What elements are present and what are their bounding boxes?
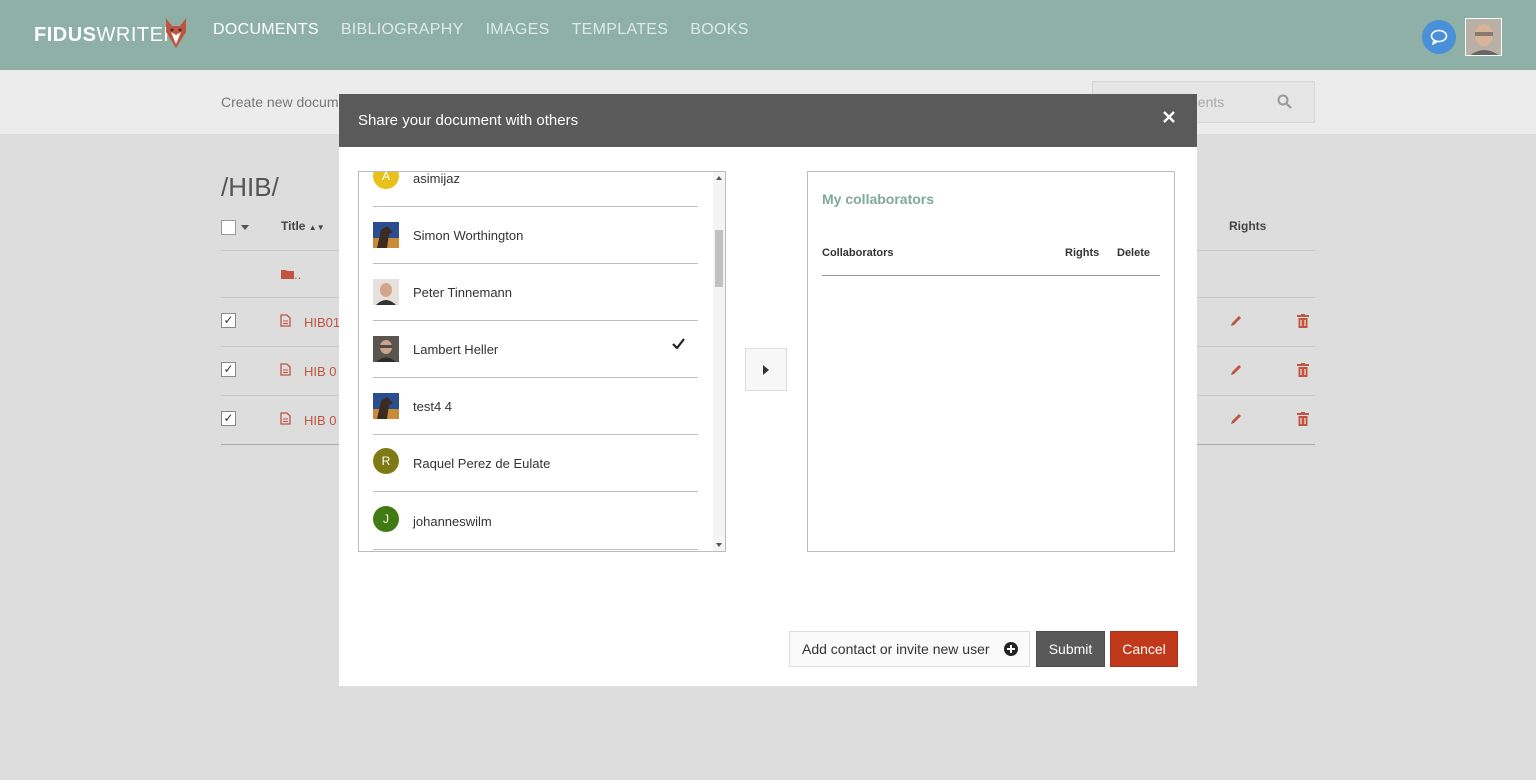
nav-templates[interactable]: TEMPLATES (572, 21, 669, 39)
contact-name: test4 4 (413, 399, 453, 414)
nav-images[interactable]: IMAGES (486, 21, 550, 39)
main-nav: DOCUMENTS BIBLIOGRAPHY IMAGES TEMPLATES … (213, 21, 749, 39)
add-to-collaborators-button[interactable] (745, 348, 787, 391)
contact-item[interactable]: Simon Worthington (373, 207, 698, 264)
divider (822, 275, 1160, 276)
collaborators-panel: My collaborators Collaborators Rights De… (807, 171, 1175, 552)
app-header: FIDUSWRITER DOCUMENTS BIBLIOGRAPHY IMAGE… (0, 0, 1536, 70)
delete-column-header: Delete (1117, 247, 1151, 259)
nav-documents[interactable]: DOCUMENTS (213, 21, 319, 39)
caret-right-icon (763, 364, 769, 375)
user-avatar[interactable] (1465, 18, 1502, 56)
contact-item[interactable]: Lambert Heller (373, 321, 698, 378)
letter-avatar: J (373, 506, 399, 532)
user-photo-icon (1466, 19, 1501, 55)
app-logo[interactable]: FIDUSWRITER (34, 24, 178, 47)
contact-name: asimijaz (413, 171, 460, 186)
plus-circle-icon (1004, 642, 1018, 656)
close-icon[interactable] (1163, 111, 1175, 123)
contact-name: johanneswilm (413, 514, 492, 529)
collaborators-column-header: Collaborators (822, 247, 894, 259)
add-contact-button[interactable]: Add contact or invite new user (789, 631, 1030, 667)
submit-button[interactable]: Submit (1036, 631, 1105, 667)
scrollbar[interactable] (713, 172, 725, 551)
rights-column-header: Rights (1065, 247, 1100, 259)
contact-name: Peter Tinnemann (413, 285, 513, 300)
nav-books[interactable]: BOOKS (690, 21, 748, 39)
dialog-title: Share your document with others (358, 112, 579, 129)
horse-avatar-icon (373, 222, 399, 248)
contact-item[interactable]: J johanneswilm (373, 493, 698, 550)
share-dialog: Share your document with others A asimij… (339, 94, 1197, 686)
scroll-down-icon[interactable] (716, 543, 722, 547)
collaborators-title: My collaborators (822, 191, 935, 207)
contact-name: Lambert Heller (413, 342, 499, 357)
cancel-button[interactable]: Cancel (1110, 631, 1178, 667)
contact-item[interactable]: test4 4 (373, 378, 698, 435)
scroll-up-icon[interactable] (716, 176, 722, 180)
scrollbar-thumb[interactable] (715, 230, 723, 287)
dialog-header: Share your document with others (339, 94, 1197, 147)
create-document-link[interactable]: Create new docum (221, 94, 339, 110)
chat-button[interactable] (1422, 20, 1456, 54)
letter-avatar: R (373, 448, 399, 474)
person-avatar-icon (373, 279, 399, 305)
contact-name: Raquel Perez de Eulate (413, 456, 551, 471)
contact-item[interactable]: R Raquel Perez de Eulate (373, 435, 698, 492)
contact-name: Simon Worthington (413, 228, 524, 243)
chat-icon (1430, 29, 1448, 45)
nav-bibliography[interactable]: BIBLIOGRAPHY (341, 21, 464, 39)
person-avatar-icon (373, 336, 399, 362)
contact-item[interactable]: A asimijaz (373, 171, 698, 207)
search-icon[interactable] (1277, 94, 1292, 109)
contact-item[interactable]: Peter Tinnemann (373, 264, 698, 321)
fox-logo-icon (166, 18, 186, 48)
add-contact-label: Add contact or invite new user (802, 641, 990, 657)
check-icon (672, 338, 685, 349)
horse-avatar-icon (373, 393, 399, 419)
contacts-list[interactable]: A asimijaz Simon Worthington Peter Tinne… (358, 171, 726, 552)
letter-avatar: A (373, 172, 399, 189)
